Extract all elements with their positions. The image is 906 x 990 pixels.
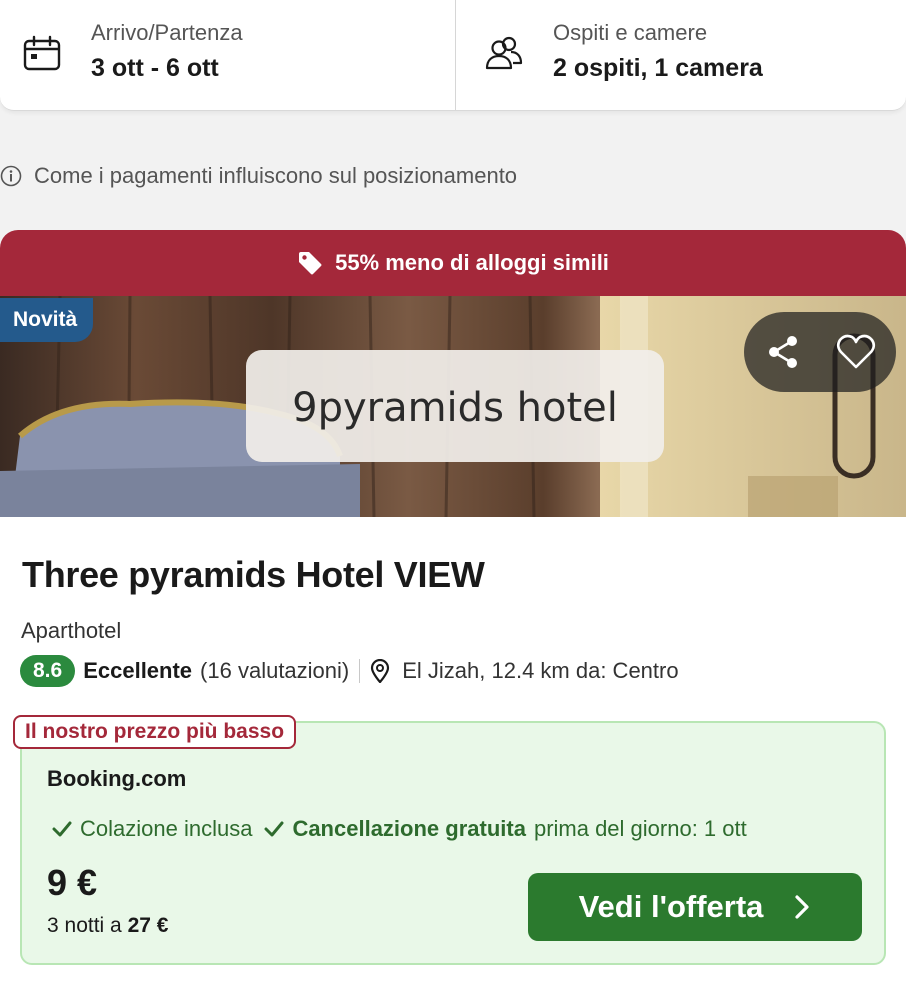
hotel-name[interactable]: Three pyramids Hotel VIEW (22, 554, 485, 596)
property-type: Aparthotel (21, 618, 122, 643)
location-pin-icon (371, 659, 390, 683)
rating-count: (16 valutazioni) (200, 658, 350, 683)
share-icon (769, 336, 797, 368)
check-icon (264, 821, 284, 837)
location-text: El Jizah, 12.4 km da: Centro (402, 658, 679, 683)
dates-selector[interactable]: Arrivo/Partenza 3 ott - 6 ott (0, 0, 455, 110)
check-icon (52, 821, 72, 837)
total-price-value: 27 € (127, 914, 169, 937)
hotel-card[interactable]: 55% meno di alloggi simili 9pyramids hot… (0, 230, 906, 990)
guests-value: 2 ospiti, 1 camera (553, 54, 763, 82)
rating-row: 8.6 Eccellente (16 valutazioni) El Jizah… (20, 654, 679, 688)
feature-cancellation-detail: prima del giorno: 1 ott (533, 816, 747, 841)
rating-score: 8.6 (20, 655, 76, 687)
view-deal-label: Vedi l'offerta (578, 889, 764, 924)
share-button[interactable] (746, 312, 822, 392)
rating-separator (359, 659, 361, 683)
feature-breakfast: Colazione inclusa (80, 816, 253, 841)
photo-caption: 9pyramids hotel (292, 385, 618, 431)
photo-actions (744, 312, 896, 392)
guests-label: Ospiti e camere (553, 20, 708, 45)
lowest-price-tag: Il nostro prezzo più basso (13, 715, 297, 749)
favorite-button[interactable] (818, 312, 894, 392)
deal-banner: 55% meno di alloggi simili (0, 230, 906, 296)
new-badge: Novità (0, 298, 94, 342)
deal-banner-text: 55% meno di alloggi simili (335, 250, 609, 275)
calendar-icon (23, 35, 61, 71)
offer-features: Colazione inclusa Cancellazione gratuita… (52, 814, 747, 844)
ranking-info-link[interactable]: Come i pagamenti influiscono sul posizio… (0, 160, 517, 192)
nightly-price: 9 € (47, 862, 98, 903)
guests-icon (485, 36, 523, 70)
guests-selector[interactable]: Ospiti e camere 2 ospiti, 1 camera (456, 0, 906, 110)
search-bar: Arrivo/Partenza 3 ott - 6 ott Ospiti e c… (0, 0, 906, 111)
dates-value: 3 ott - 6 ott (91, 54, 219, 82)
rating-label: Eccellente (83, 658, 193, 683)
total-price-prefix: 3 notti a (47, 914, 122, 937)
heart-icon (836, 334, 876, 369)
total-price: 3 notti a 27 € (47, 914, 168, 938)
feature-free-cancellation: Cancellazione gratuita (292, 816, 526, 841)
info-icon (0, 165, 22, 187)
tag-icon (299, 252, 322, 275)
ranking-info-text: Come i pagamenti influiscono sul posizio… (34, 163, 518, 188)
offer-provider: Booking.com (47, 766, 187, 791)
dates-label: Arrivo/Partenza (91, 20, 243, 45)
view-deal-button[interactable]: Vedi l'offerta (528, 873, 862, 941)
chevron-right-icon (795, 895, 810, 919)
